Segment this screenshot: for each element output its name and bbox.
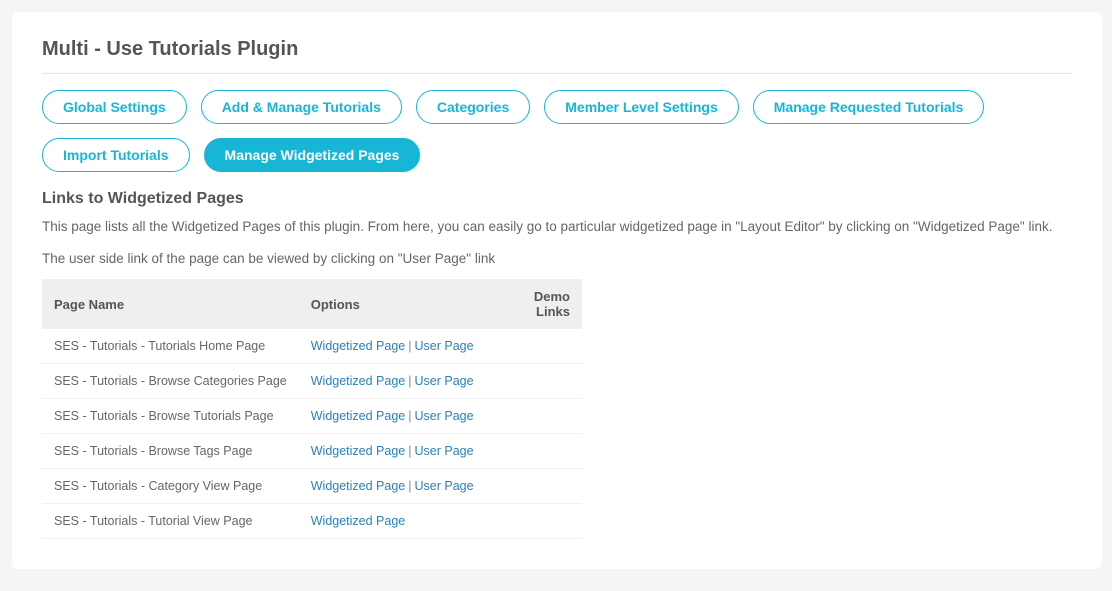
section-desc-2: The user side link of the page can be vi… — [42, 248, 1072, 270]
tab-manage-requested-tutorials[interactable]: Manage Requested Tutorials — [753, 90, 985, 124]
tab-manage-widgetized-pages[interactable]: Manage Widgetized Pages — [204, 138, 421, 172]
tab-member-level-settings[interactable]: Member Level Settings — [544, 90, 739, 124]
demo-links-cell — [486, 399, 582, 434]
table-row: SES - Tutorials - Browse Tutorials PageW… — [42, 399, 582, 434]
link-separator: | — [405, 339, 414, 353]
demo-links-cell — [486, 434, 582, 469]
page-name-cell: SES - Tutorials - Tutorial View Page — [42, 504, 299, 539]
divider — [42, 73, 1072, 74]
user-page-link[interactable]: User Page — [415, 444, 474, 458]
table-row: SES - Tutorials - Tutorials Home PageWid… — [42, 329, 582, 364]
user-page-link[interactable]: User Page — [415, 374, 474, 388]
table-row: SES - Tutorials - Tutorial View Page Widg… — [42, 504, 582, 539]
options-cell: Widgetized Page|User Page — [299, 399, 486, 434]
options-cell: Widgetized Page|User Page — [299, 364, 486, 399]
col-options: Options — [299, 279, 486, 329]
demo-links-cell — [486, 469, 582, 504]
widgetized-page-link[interactable]: Widgetized Page — [311, 409, 406, 423]
widgetized-page-link[interactable]: Widgetized Page — [311, 514, 406, 528]
section-desc-1: This page lists all the Widgetized Pages… — [42, 216, 1072, 238]
link-separator: | — [405, 479, 414, 493]
table-header-row: Page Name Options Demo Links — [42, 279, 582, 329]
demo-links-cell — [486, 364, 582, 399]
section-heading: Links to Widgetized Pages — [42, 190, 1072, 208]
link-separator: | — [405, 374, 414, 388]
widgetized-page-link[interactable]: Widgetized Page — [311, 374, 406, 388]
link-separator: | — [405, 444, 414, 458]
options-cell: Widgetized Page|User Page — [299, 434, 486, 469]
admin-card: Multi - Use Tutorials Plugin Global Sett… — [12, 12, 1102, 569]
col-demo-links: Demo Links — [486, 279, 582, 329]
page-name-cell: SES - Tutorials - Browse Tutorials Page — [42, 399, 299, 434]
page-name-cell: SES - Tutorials - Tutorials Home Page — [42, 329, 299, 364]
options-cell: Widgetized Page|User Page — [299, 329, 486, 364]
tab-categories[interactable]: Categories — [416, 90, 530, 124]
page-name-cell: SES - Tutorials - Category View Page — [42, 469, 299, 504]
page-title: Multi - Use Tutorials Plugin — [42, 38, 1072, 61]
table-row: SES - Tutorials - Browse Tags PageWidget… — [42, 434, 582, 469]
user-page-link[interactable]: User Page — [415, 339, 474, 353]
link-separator: | — [405, 409, 414, 423]
options-cell: Widgetized Page|User Page — [299, 469, 486, 504]
user-page-link[interactable]: User Page — [415, 479, 474, 493]
page-name-cell: SES - Tutorials - Browse Tags Page — [42, 434, 299, 469]
widgetized-pages-table: Page Name Options Demo Links SES - Tutor… — [42, 279, 582, 539]
demo-links-cell — [486, 504, 582, 539]
tab-global-settings[interactable]: Global Settings — [42, 90, 187, 124]
page-name-cell: SES - Tutorials - Browse Categories Page — [42, 364, 299, 399]
demo-links-cell — [486, 329, 582, 364]
table-row: SES - Tutorials - Browse Categories Page… — [42, 364, 582, 399]
col-page-name: Page Name — [42, 279, 299, 329]
widgetized-page-link[interactable]: Widgetized Page — [311, 444, 406, 458]
tab-import-tutorials[interactable]: Import Tutorials — [42, 138, 190, 172]
widgetized-page-link[interactable]: Widgetized Page — [311, 479, 406, 493]
table-row: SES - Tutorials - Category View PageWidg… — [42, 469, 582, 504]
widgetized-page-link[interactable]: Widgetized Page — [311, 339, 406, 353]
options-cell: Widgetized Page — [299, 504, 486, 539]
tabs-container: Global Settings Add & Manage Tutorials Cat… — [42, 90, 1072, 172]
user-page-link[interactable]: User Page — [415, 409, 474, 423]
tab-add-manage-tutorials[interactable]: Add & Manage Tutorials — [201, 90, 402, 124]
